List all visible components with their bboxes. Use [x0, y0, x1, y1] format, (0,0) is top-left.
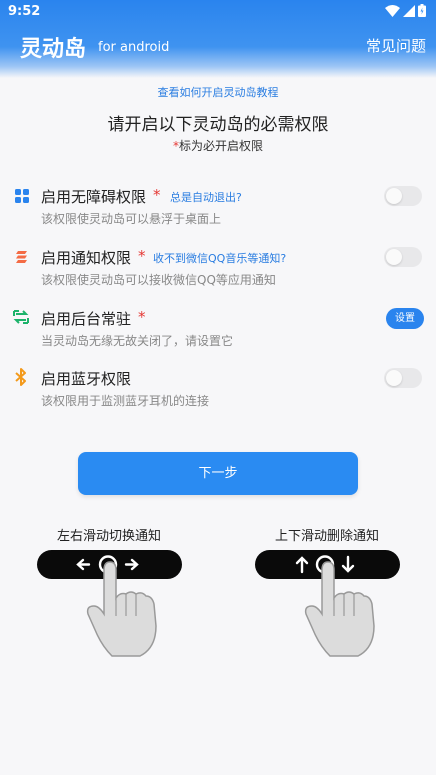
hand-pointer-icon [304, 561, 375, 657]
toggle-knob [386, 370, 402, 386]
toggle-knob [386, 249, 402, 265]
toggle-knob [386, 188, 402, 204]
refresh-icon [13, 310, 29, 324]
bluetooth-icon [15, 368, 26, 386]
tutorial-link[interactable]: 查看如何开启灵动岛教程 [0, 84, 436, 100]
faq-button[interactable]: 常见问题 [366, 35, 426, 56]
status-icons [385, 4, 426, 17]
status-time: 9:52 [8, 4, 41, 19]
permission-desc: 当灵动岛无缘无故关闭了，请设置它 [41, 334, 234, 348]
app-subtitle: for android [98, 40, 170, 55]
status-bar: 9:52 [0, 0, 436, 24]
hand-pointer-icon [86, 561, 157, 657]
page-headline: 请开启以下灵动岛的必需权限 [107, 115, 329, 135]
required-note: *标为必开启权限 [0, 137, 436, 154]
grid-icon [15, 189, 29, 203]
permission-title: 启用后台常驻 [41, 310, 132, 328]
permission-title: 启用通知权限 [41, 249, 132, 267]
required-star: * [138, 308, 146, 326]
permission-title: 启用无障碍权限 [41, 188, 147, 206]
bluetooth-toggle[interactable] [384, 368, 422, 388]
notification-toggle[interactable] [384, 247, 422, 267]
permission-title: 启用蓝牙权限 [41, 370, 132, 388]
permission-notification: 启用通知权限 * 收不到微信QQ音乐等通知? 该权限使灵动岛可以接收微信QQ等应… [0, 247, 436, 297]
accessibility-toggle[interactable] [384, 186, 422, 206]
permission-desc: 该权限使灵动岛可以悬浮于桌面上 [41, 212, 222, 226]
required-star: * [138, 247, 146, 265]
wifi-icon [385, 4, 400, 17]
permission-accessibility: 启用无障碍权限 * 总是自动退出? 该权限使灵动岛可以悬浮于桌面上 [0, 186, 436, 236]
permission-desc: 该权限使灵动岛可以接收微信QQ等应用通知 [41, 273, 276, 287]
required-note-text: 标为必开启权限 [178, 139, 263, 153]
help-link[interactable]: 总是自动退出? [170, 189, 242, 205]
gesture-label-switch: 左右滑动切换通知 [56, 529, 161, 544]
battery-icon [418, 4, 426, 17]
permission-bluetooth: 启用蓝牙权限 该权限用于监测蓝牙耳机的连接 [0, 368, 436, 418]
gesture-label-delete: 上下滑动删除通知 [274, 529, 379, 544]
stack-icon [16, 251, 27, 263]
signal-icon [403, 4, 415, 17]
permission-background: 启用后台常驻 * 当灵动岛无缘无故关闭了，请设置它 设置 [0, 308, 436, 358]
app-title: 灵动岛 [20, 37, 87, 62]
help-link[interactable]: 收不到微信QQ音乐等通知? [153, 250, 286, 266]
settings-button[interactable]: 设置 [386, 308, 424, 329]
next-step-button[interactable]: 下一步 [78, 452, 358, 495]
permission-desc: 该权限用于监测蓝牙耳机的连接 [41, 394, 210, 408]
required-star: * [153, 186, 161, 204]
